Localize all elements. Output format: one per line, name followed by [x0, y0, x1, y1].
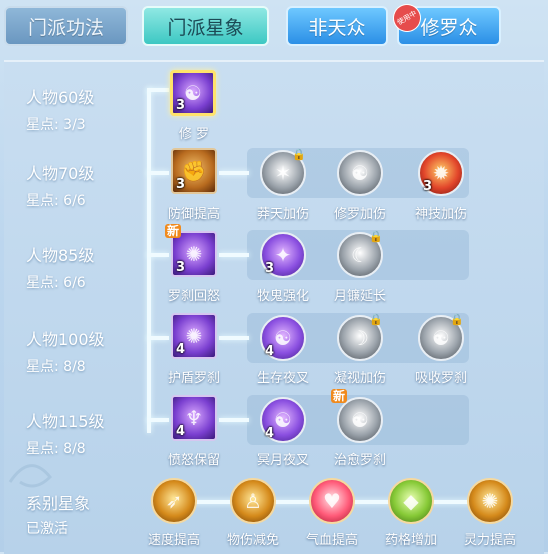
feather-icon: ➶	[165, 489, 183, 513]
system-label: 灵力提高	[463, 533, 516, 548]
skill-label: 神技加伤	[414, 207, 467, 222]
tree-connector	[147, 88, 169, 92]
tree-connector	[147, 88, 151, 433]
lock-icon: 🔒	[369, 230, 383, 243]
star-count: 4	[176, 424, 186, 439]
level-85: 人物85级 星点: 6/6	[26, 242, 94, 292]
star-points: 星点: 8/8	[26, 441, 86, 457]
heart-icon: ♥	[323, 489, 341, 513]
system-hp-up[interactable]: ♥	[309, 478, 355, 524]
skill-divine-damage[interactable]: ✹ 3	[418, 150, 464, 196]
skill-label: 凝视加伤	[333, 371, 386, 386]
system-status: 已激活	[26, 521, 68, 537]
tree-connector	[147, 171, 169, 175]
star-count: 3	[265, 261, 275, 276]
skill-absorb-rakshasa[interactable]: ☯ 🔒	[418, 313, 464, 361]
skill-gaze-damage[interactable]: ☽ 🔒	[337, 313, 383, 361]
lock-icon: 🔒	[292, 148, 306, 161]
skill-mangtian-damage[interactable]: ✶ 🔒	[260, 148, 306, 196]
skill-label: 治愈罗刹	[333, 453, 386, 468]
skill-label: 生存夜叉	[256, 371, 309, 386]
lock-icon: 🔒	[369, 313, 383, 326]
skill-label: 修 罗	[178, 127, 210, 142]
skill-label: 护盾罗刹	[167, 371, 220, 386]
tab-label: 门派功法	[27, 16, 104, 39]
burst-icon: ✺	[481, 489, 499, 513]
skill-xiuluo-damage[interactable]: ☯	[337, 150, 383, 196]
star-count: 4	[265, 344, 275, 359]
skill-label: 莽天加伤	[256, 207, 309, 222]
tab-label: 修罗众	[420, 16, 478, 39]
skill-rage-retain[interactable]: ♆ 4	[171, 395, 217, 441]
system-label: 药格增加	[384, 533, 437, 548]
tab-sect-constellation[interactable]: 门派星象	[142, 6, 269, 46]
star-count: 3	[176, 177, 186, 192]
tab-label: 门派星象	[167, 16, 244, 39]
system-spirit-up[interactable]: ✺	[467, 478, 513, 524]
level-100: 人物100级 星点: 8/8	[26, 326, 105, 376]
system-title: 系别星象	[26, 494, 91, 513]
level-115: 人物115级 星点: 8/8	[26, 408, 105, 458]
skill-label: 吸收罗刹	[414, 371, 467, 386]
figure-icon: ♙	[244, 489, 262, 513]
system-speed-up[interactable]: ➶	[151, 478, 197, 524]
lock-icon: 🔒	[450, 313, 464, 326]
system-physical-reduction[interactable]: ♙	[230, 478, 276, 524]
skill-label: 月镰延长	[333, 289, 386, 304]
tree-connector	[219, 171, 249, 175]
star-points: 星点: 6/6	[26, 275, 86, 291]
tab-sect-skills[interactable]: 门派功法	[4, 6, 128, 46]
system-label: 气血提高	[305, 533, 358, 548]
skill-defense-up[interactable]: ✊ 3	[171, 148, 217, 194]
tab-xiuluo[interactable]: 使用中 修罗众	[387, 0, 501, 46]
star-points: 星点: 3/3	[26, 117, 86, 133]
tree-connector	[219, 253, 249, 257]
system-label: 物伤减免	[226, 533, 279, 548]
star-points: 星点: 8/8	[26, 359, 86, 375]
tree-connector	[147, 253, 169, 257]
skill-label: 罗刹回怒	[167, 289, 220, 304]
star-count: 3	[176, 260, 186, 275]
level-title: 人物70级	[26, 164, 95, 183]
level-70: 人物70级 星点: 6/6	[26, 160, 94, 210]
tree-connector	[219, 336, 249, 340]
skill-label: 修罗加伤	[333, 207, 386, 222]
level-title: 人物85级	[26, 246, 95, 265]
star-points: 星点: 6/6	[26, 193, 86, 209]
skill-moon-scythe-extend[interactable]: ☾ 🔒	[337, 230, 383, 278]
skill-dark-moon-yaksha[interactable]: ☯ 4	[260, 397, 306, 443]
skill-survival-yaksha[interactable]: ☯ 4	[260, 315, 306, 361]
level-title: 人物100级	[26, 330, 105, 349]
new-badge: 新	[165, 224, 182, 238]
star-count: 3	[423, 179, 433, 194]
skill-mugui-boost[interactable]: ✦ 3	[260, 232, 306, 278]
system-potion-slot[interactable]: ◆	[388, 478, 434, 524]
tab-label: 非天众	[308, 16, 366, 39]
skill-xiuluo[interactable]: ☯ 3	[170, 70, 216, 116]
skill-label: 防御提高	[167, 207, 220, 222]
skill-shield-rakshasa[interactable]: ✺ 4	[171, 313, 217, 359]
skill-label: 牧鬼强化	[256, 289, 309, 304]
tab-feitian[interactable]: 非天众	[286, 6, 388, 46]
star-count: 3	[176, 98, 186, 113]
system-constellation: 系别星象 已激活	[26, 490, 90, 538]
constellation-panel	[4, 60, 544, 554]
new-badge: 新	[331, 389, 348, 403]
system-label: 速度提高	[147, 533, 200, 548]
skill-heal-rakshasa[interactable]: ☯	[337, 397, 383, 443]
star-count: 4	[176, 342, 186, 357]
level-60: 人物60级 星点: 3/3	[26, 84, 94, 134]
skill-label: 愤怒保留	[167, 453, 220, 468]
tree-connector	[147, 336, 169, 340]
level-title: 人物115级	[26, 412, 105, 431]
demon-icon: ☯	[351, 161, 369, 185]
skill-label: 冥月夜叉	[256, 453, 309, 468]
tree-connector	[219, 418, 249, 422]
level-title: 人物60级	[26, 88, 95, 107]
gem-icon: ◆	[403, 489, 419, 513]
star-count: 4	[265, 426, 275, 441]
tree-connector	[147, 418, 169, 422]
demon-icon: ☯	[351, 408, 369, 432]
